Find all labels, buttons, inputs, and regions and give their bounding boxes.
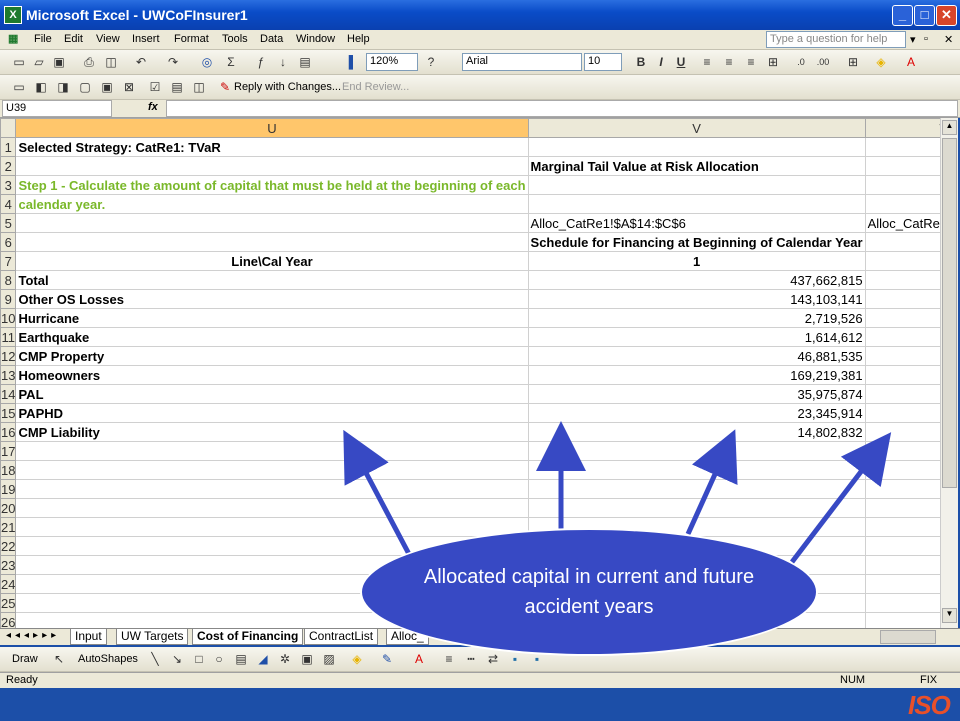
callout-text: Allocated capital in current and future …: [423, 566, 755, 618]
arrow-to-y: [790, 432, 892, 564]
callout-ellipse: Allocated capital in current and future …: [360, 528, 818, 656]
arrow-to-v: [343, 429, 413, 558]
arrow-to-x: [685, 429, 738, 536]
